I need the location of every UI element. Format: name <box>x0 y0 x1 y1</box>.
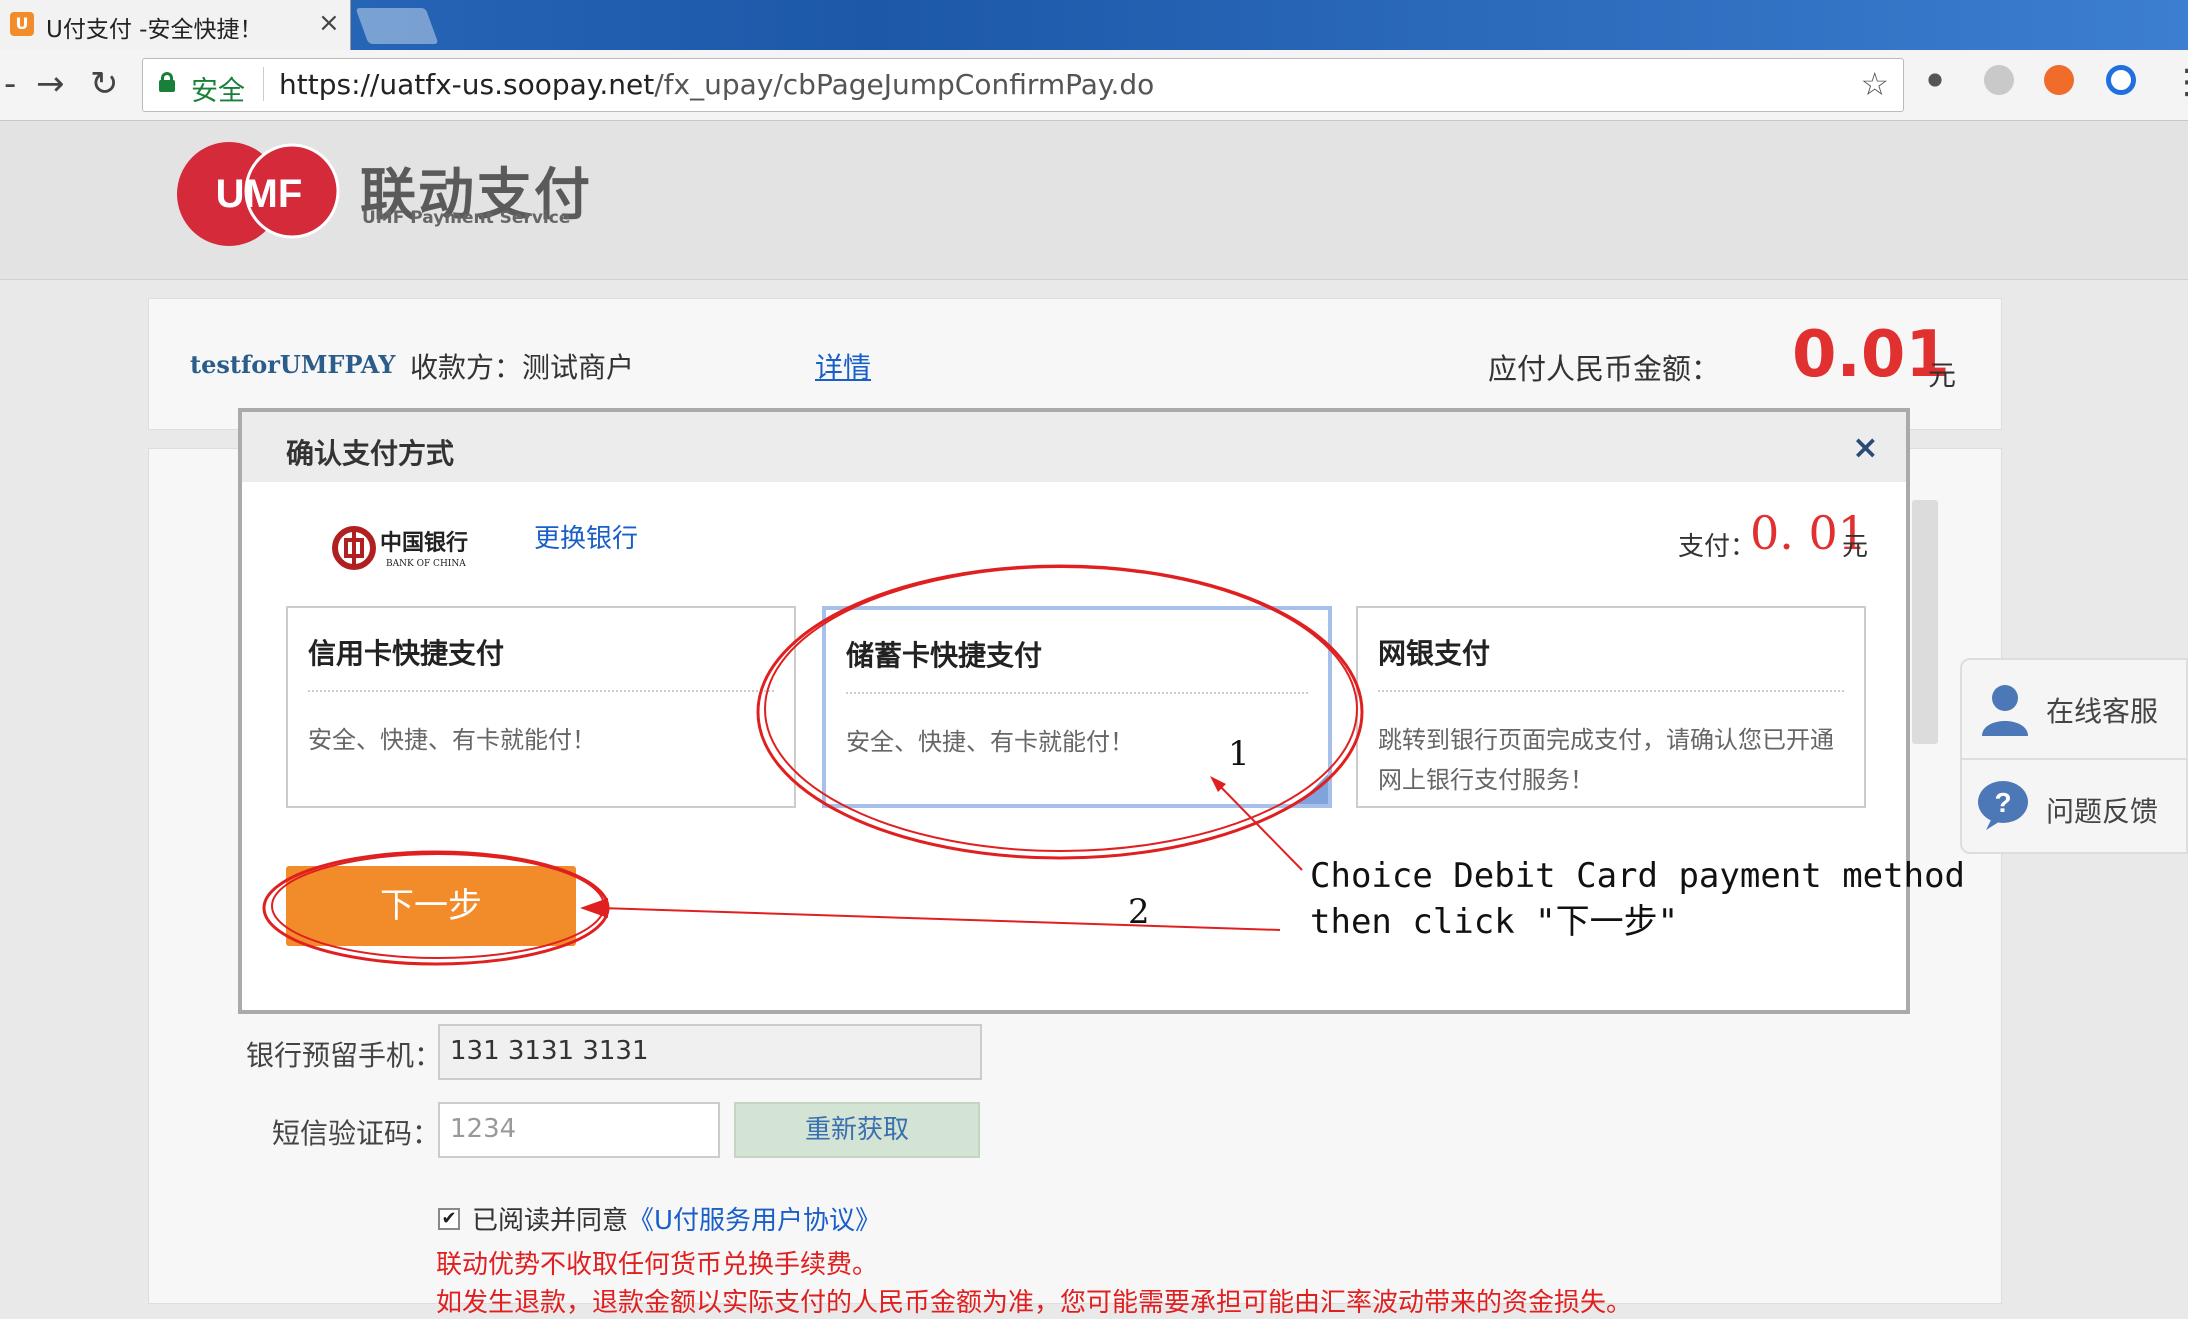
browser-tab[interactable]: U U付支付 -安全快捷！ × <box>0 0 351 50</box>
extension-orange-icon[interactable] <box>2044 65 2074 95</box>
amount-label: 应付人民币金额： <box>1488 352 1721 386</box>
annotation-number-1: 1 <box>1228 734 1250 774</box>
option-desc: 跳转到银行页面完成支付，请确认您已开通网上银行支付服务！ <box>1378 726 1834 794</box>
svg-text:?: ? <box>1994 787 2011 818</box>
agree-label: 已阅读并同意 <box>472 1206 629 1236</box>
modal-title: 确认支付方式 <box>286 437 455 470</box>
close-icon[interactable]: × <box>1852 428 1879 466</box>
annotation-text-line-1: Choice Debit Card payment method <box>1310 856 1966 896</box>
bank-of-china-logo: 中国银行 BANK OF CHINA <box>332 526 468 570</box>
credit-card-option[interactable]: 信用卡快捷支付 安全、快捷、有卡就能付！ <box>286 606 796 808</box>
option-divider <box>308 690 774 692</box>
modal-header: 确认支付方式 × <box>242 412 1906 482</box>
tab-title: U付支付 -安全快捷！ <box>46 17 263 43</box>
payee-label: 收款方：测试商户 <box>410 351 635 384</box>
fee-notice: 联动优势不收取任何货币兑换手续费。 <box>436 1250 879 1280</box>
extension-blue-icon[interactable] <box>2106 65 2136 95</box>
url-host: uatfx-us.soopay.net <box>379 68 655 101</box>
option-title: 储蓄卡快捷支付 <box>846 639 1043 672</box>
online-service-link[interactable]: 在线客服 <box>2046 690 2158 730</box>
selected-corner-icon <box>1298 774 1328 804</box>
tab-close-icon[interactable]: × <box>318 8 340 38</box>
debit-card-option[interactable]: 储蓄卡快捷支付 安全、快捷、有卡就能付！ <box>822 606 1332 808</box>
browser-toolbar: ‐ → ↻ 安全 https://uatfx-us.soopay.net/fx_… <box>0 50 2188 121</box>
amount-value: 0.01 <box>1792 318 1950 392</box>
bank-name-cn: 中国银行 <box>380 530 468 556</box>
refund-notice: 如发生退款，退款金额以实际支付的人民币金额为准，您可能需要承担可能由汇率波动带来… <box>436 1288 1633 1318</box>
menu-icon[interactable]: ⋮ <box>2170 62 2188 102</box>
user-icon <box>1982 685 2028 736</box>
favicon-icon: U <box>10 12 34 36</box>
bank-name-en: BANK OF CHINA <box>386 559 466 569</box>
pay-label: 支付： <box>1678 532 1757 562</box>
umf-logo-icon: UMF <box>177 142 340 246</box>
pay-unit: 元 <box>1842 532 1869 562</box>
back-arrow-icon[interactable]: ‐ <box>4 64 16 104</box>
url-scheme: https:// <box>279 68 380 101</box>
feedback-link[interactable]: 问题反馈 <box>2046 790 2158 830</box>
logo-mark: UMF <box>216 172 303 216</box>
agree-text: 已阅读并同意《U付服务用户协议》 <box>472 1200 881 1237</box>
change-bank-link[interactable]: 更换银行 <box>534 518 638 555</box>
lock-icon <box>159 72 175 92</box>
option-divider <box>1378 690 1844 692</box>
logo-subtitle: UMF Payment Service <box>362 208 571 228</box>
sms-label: 短信验证码： <box>272 1117 441 1150</box>
option-title: 信用卡快捷支付 <box>308 637 505 670</box>
new-tab-button[interactable] <box>355 8 439 44</box>
side-divider <box>1962 758 2186 760</box>
phone-label: 银行预留手机： <box>246 1039 443 1072</box>
url-text: https://uatfx-us.soopay.net/fx_upay/cbPa… <box>279 68 1154 101</box>
annotation-number-2: 2 <box>1128 892 1150 932</box>
address-bar[interactable]: 安全 https://uatfx-us.soopay.net/fx_upay/c… <box>142 58 1904 112</box>
agreement-link[interactable]: 《U付服务用户协议》 <box>628 1206 881 1236</box>
url-path: /fx_upay/cbPageJumpConfirmPay.do <box>654 68 1155 101</box>
detail-link[interactable]: 详情 <box>815 346 871 386</box>
phone-input[interactable]: 131 3131 3131 <box>438 1024 982 1080</box>
address-separator <box>263 67 264 101</box>
extension-globe-icon[interactable] <box>1984 65 2014 95</box>
amount-unit: 元 <box>1928 359 1957 392</box>
option-title: 网银支付 <box>1378 637 1491 670</box>
resend-code-button[interactable]: 重新获取 <box>734 1102 980 1158</box>
online-banking-option[interactable]: 网银支付 跳转到银行页面完成支付，请确认您已开通网上银行支付服务！ <box>1356 606 1866 808</box>
extension-bug-icon[interactable] <box>1920 65 1950 95</box>
forward-arrow-icon[interactable]: → <box>36 64 65 104</box>
question-icon: ? <box>1978 781 2028 830</box>
reload-icon[interactable]: ↻ <box>90 64 119 104</box>
merchant-id: testforUMFPAY <box>190 350 396 379</box>
agree-checkbox[interactable]: ✔ <box>438 1208 460 1230</box>
next-step-button[interactable]: 下一步 <box>286 866 576 946</box>
side-service-widget: 在线客服 ? 问题反馈 <box>1960 658 2188 854</box>
scrollbar[interactable] <box>1912 500 1938 744</box>
option-desc: 安全、快捷、有卡就能付！ <box>308 726 596 754</box>
option-divider <box>846 692 1308 694</box>
annotation-text-line-2: then click "下一步" <box>1310 902 1679 942</box>
bookmark-star-icon[interactable]: ☆ <box>1860 65 1889 103</box>
sms-code-input[interactable]: 1234 <box>438 1102 720 1158</box>
secure-label: 安全 <box>191 76 245 107</box>
